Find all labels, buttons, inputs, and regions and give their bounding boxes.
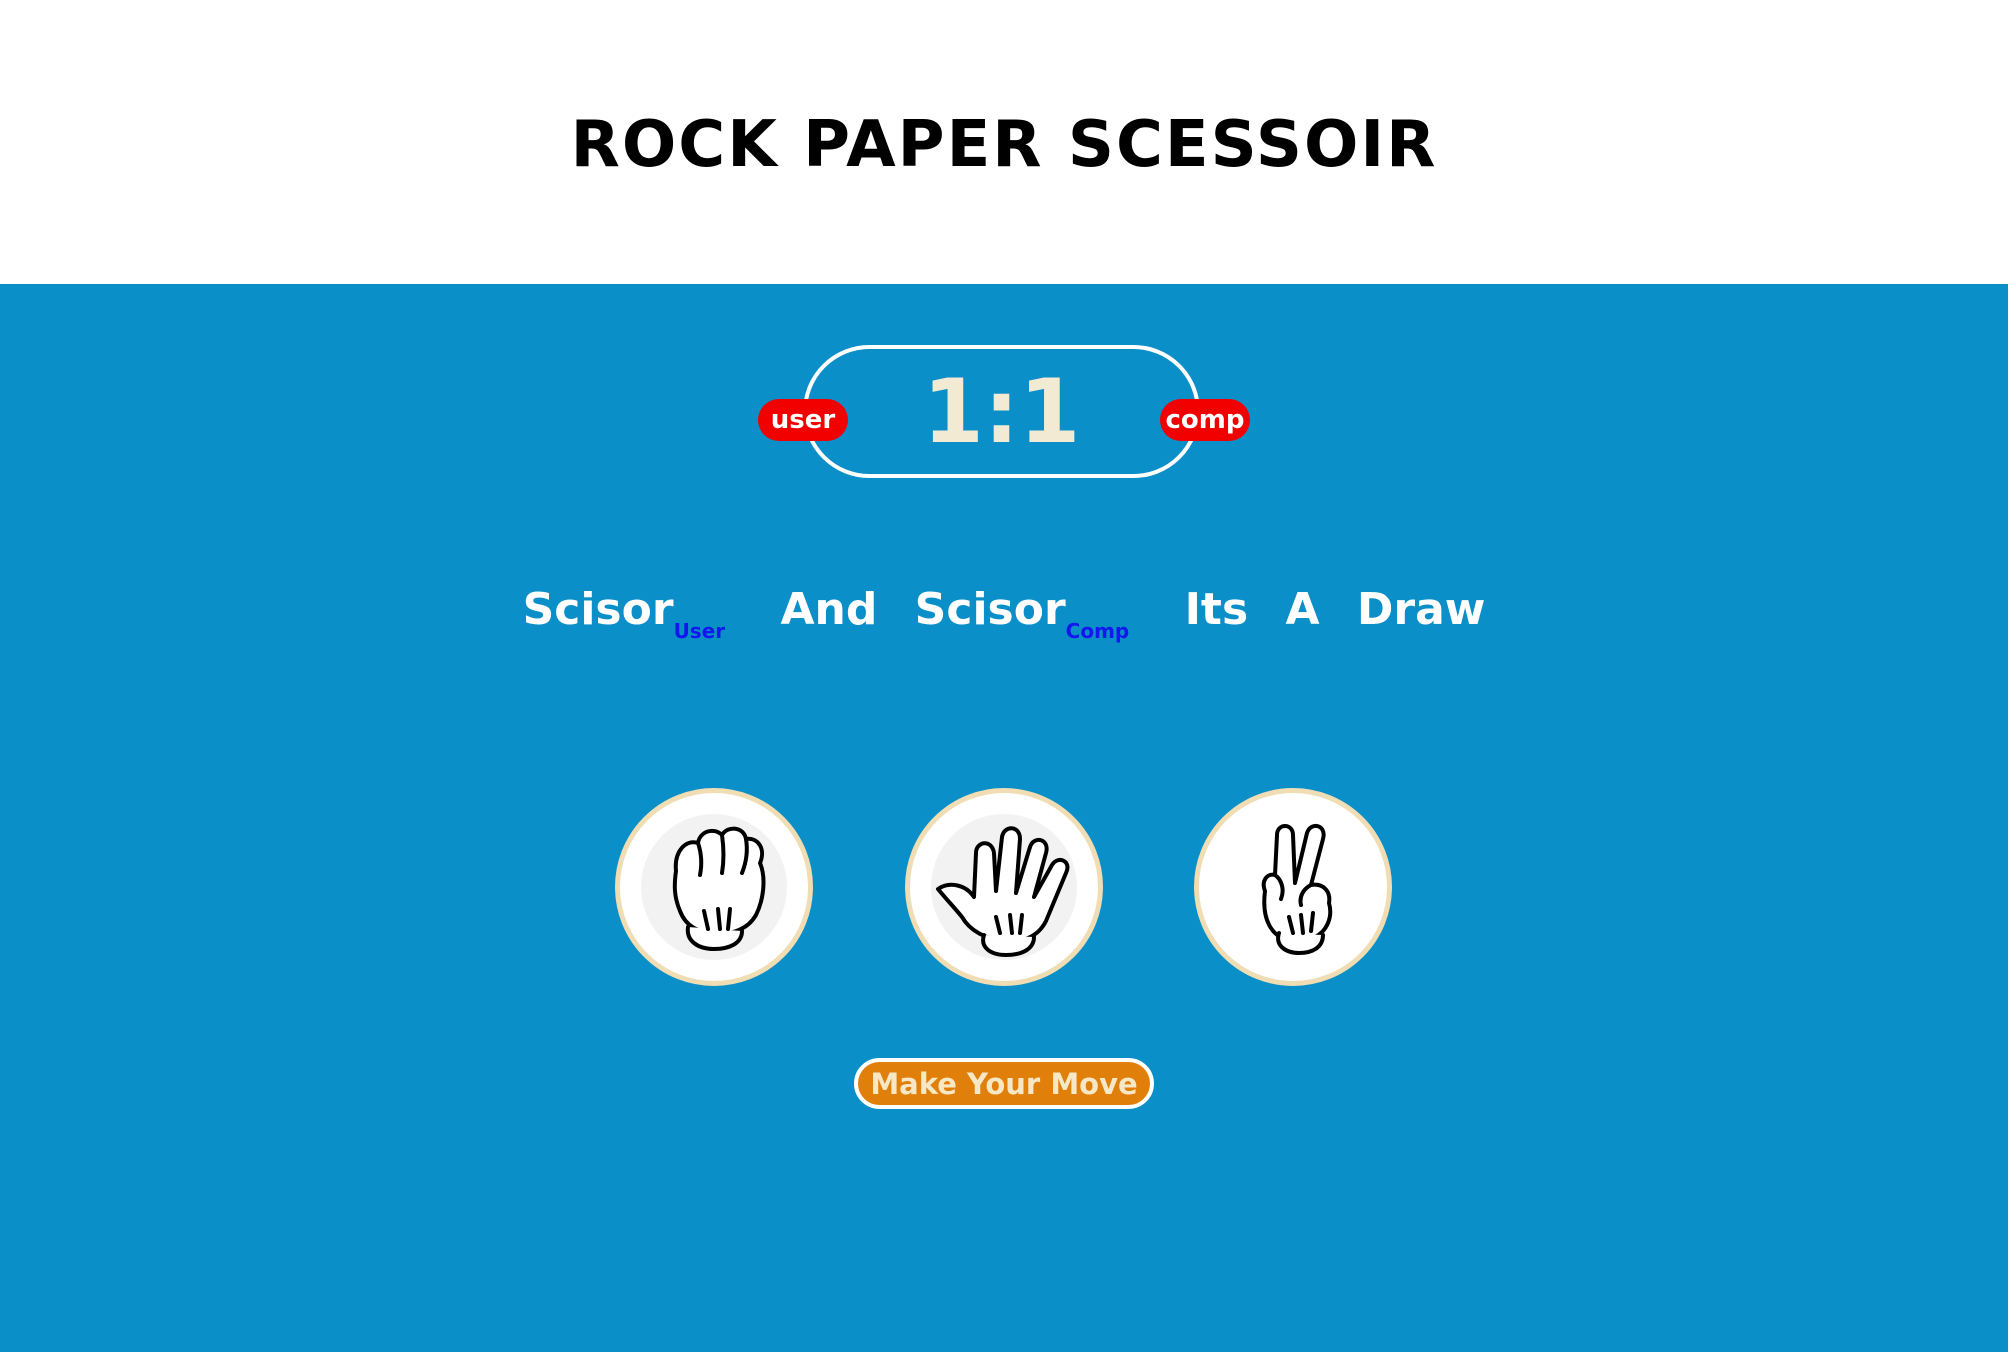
connector-text: And bbox=[780, 584, 878, 635]
page: ROCK PAPER SCESSOIR 1:1 user comp Scisor… bbox=[0, 0, 2008, 1352]
user-score-label: user bbox=[758, 399, 848, 441]
user-choice-text: Scisor bbox=[522, 584, 674, 635]
comp-score-label: comp bbox=[1160, 399, 1250, 441]
comp-choice-text: Scisor bbox=[914, 584, 1066, 635]
header: ROCK PAPER SCESSOIR bbox=[0, 0, 2008, 284]
result-message: ScisorUser And ScisorComp Its A Draw bbox=[0, 584, 2008, 643]
choices-row bbox=[0, 788, 2008, 990]
game-area: 1:1 user comp ScisorUser And ScisorComp … bbox=[0, 284, 2008, 1352]
make-move-button[interactable]: Make Your Move bbox=[854, 1058, 1154, 1109]
rock-hand-icon bbox=[672, 826, 766, 951]
score-display: 1:1 bbox=[922, 360, 1081, 463]
comp-tag: Comp bbox=[1065, 619, 1130, 643]
paper-choice-button[interactable] bbox=[905, 788, 1103, 986]
outcome-text: Its A Draw bbox=[1184, 584, 1486, 635]
scissors-choice-button[interactable] bbox=[1194, 788, 1392, 986]
scissors-hand-icon bbox=[1261, 823, 1333, 955]
rock-choice-button[interactable] bbox=[615, 788, 813, 986]
paper-hand-icon bbox=[936, 826, 1070, 957]
scoreboard: 1:1 bbox=[803, 345, 1200, 478]
user-tag: User bbox=[673, 619, 726, 643]
page-title: ROCK PAPER SCESSOIR bbox=[570, 108, 1438, 182]
